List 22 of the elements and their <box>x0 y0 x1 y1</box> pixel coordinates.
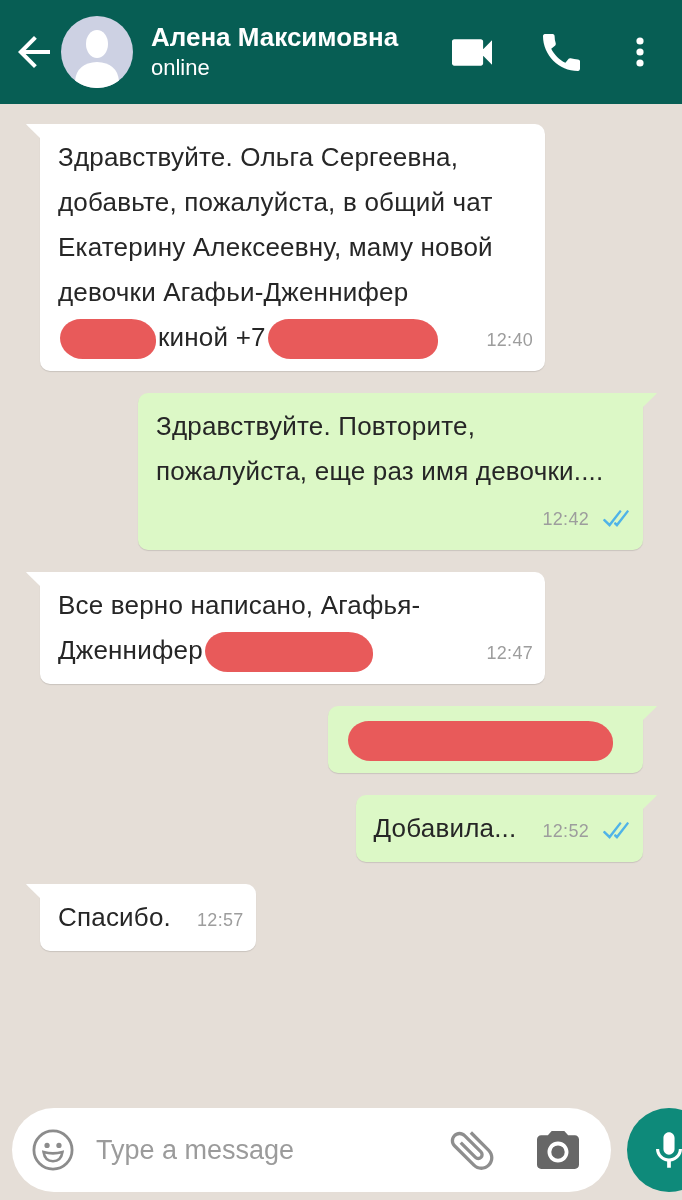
message-text: киной +7 <box>158 322 266 352</box>
message-time: 12:42 <box>542 508 589 529</box>
more-menu-icon[interactable] <box>636 37 644 67</box>
message-field[interactable]: Type a message <box>12 1108 611 1192</box>
message-time: 12:52 <box>542 820 589 841</box>
back-arrow-icon[interactable] <box>18 36 50 68</box>
camera-icon[interactable] <box>537 1131 579 1169</box>
microphone-icon <box>656 1132 682 1168</box>
contact-status: online <box>151 54 211 82</box>
message-text: Здравствуйте. Повторите, пожалуйста, еще раз имя девочки.... <box>156 411 604 486</box>
avatar-icon[interactable] <box>61 16 133 88</box>
message-time: 12:40 <box>486 329 533 350</box>
video-camera-icon[interactable] <box>452 38 492 66</box>
message-text: Добавила... <box>373 813 517 843</box>
smiley-icon[interactable] <box>32 1129 74 1171</box>
message-text: Все верно написано, Агафья-Дженнифер <box>58 590 421 665</box>
message-time: 12:57 <box>197 909 244 930</box>
message-text: Спасибо. <box>58 902 171 932</box>
phone-icon[interactable] <box>543 33 580 71</box>
message-input[interactable]: Type a message <box>96 1128 450 1172</box>
message-time: 12:47 <box>486 642 533 663</box>
contact-name: Алена Максимовна <box>151 21 400 53</box>
